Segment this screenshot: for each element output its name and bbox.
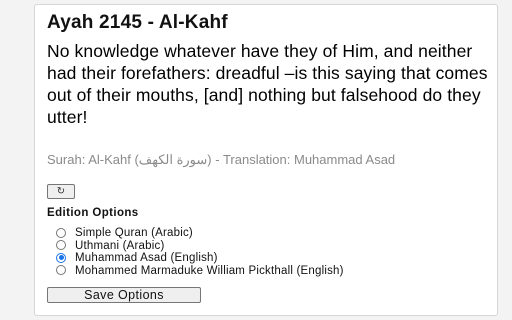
- edition-option-label: Uthmani (Arabic): [75, 239, 165, 252]
- save-options-button[interactable]: Save Options: [47, 287, 201, 303]
- edition-option-pickthall[interactable]: Mohammed Marmaduke William Pickthall (En…: [47, 265, 492, 287]
- edition-options-heading: Edition Options: [47, 207, 139, 219]
- ayah-title: Ayah 2145 - Al-Kahf: [47, 12, 228, 33]
- popup-panel: Ayah 2145 - Al-Kahf No knowledge whateve…: [34, 4, 498, 316]
- edition-option-label: Simple Quran (Arabic): [75, 227, 193, 239]
- radio-simple-quran[interactable]: [56, 227, 66, 238]
- refresh-icon: ↻: [56, 186, 66, 197]
- radio-uthmani[interactable]: [56, 240, 66, 250]
- edition-option-simple-quran[interactable]: Simple Quran (Arabic): [47, 227, 492, 240]
- verse-text: No knowledge whatever have they of Him, …: [47, 41, 488, 127]
- edition-options-list: Simple Quran (Arabic) Uthmani (Arabic) M…: [47, 227, 492, 287]
- edition-option-muhammad-asad[interactable]: Muhammad Asad (English): [47, 252, 492, 265]
- radio-muhammad-asad[interactable]: [56, 252, 66, 263]
- edition-option-uthmani[interactable]: Uthmani (Arabic): [47, 240, 492, 253]
- refresh-button[interactable]: ↻: [47, 184, 75, 199]
- surah-translation-info: Surah: Al-Kahf (سورة الكهف) - Translatio…: [47, 152, 396, 167]
- edition-option-label: Muhammad Asad (English): [75, 252, 218, 264]
- edition-option-label: Mohammed Marmaduke William Pickthall (En…: [75, 264, 344, 277]
